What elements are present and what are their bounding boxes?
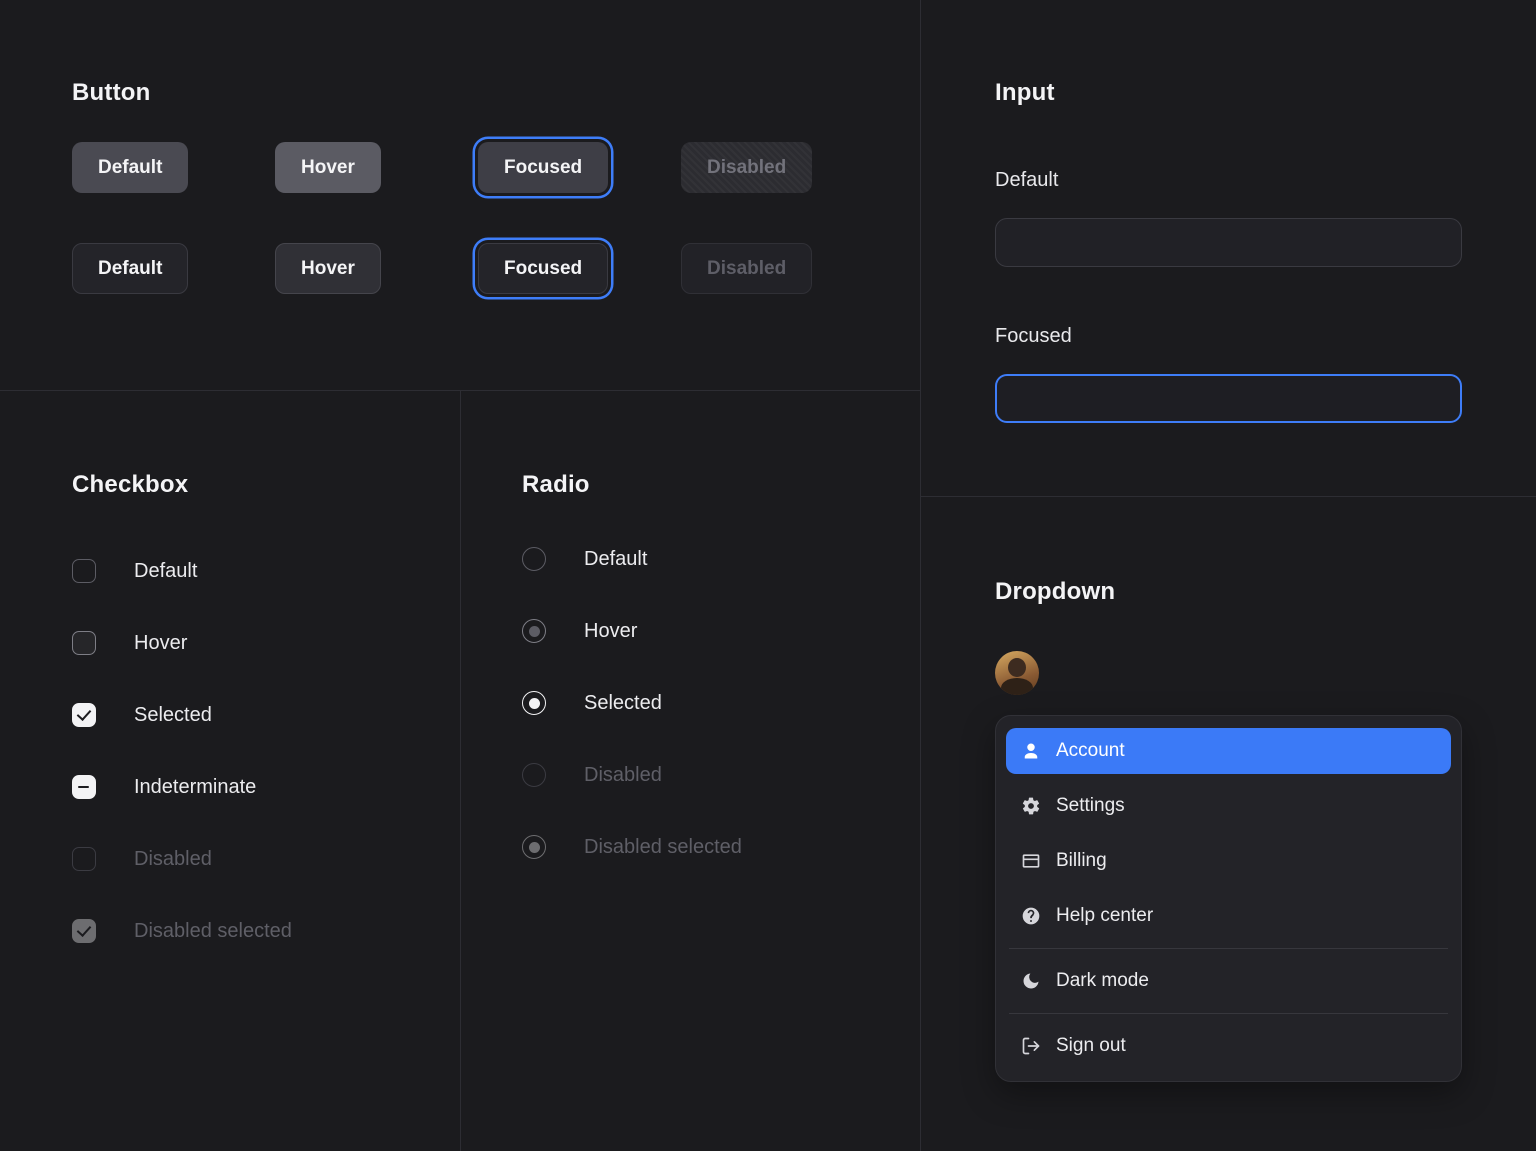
checkbox-label: Selected [134,703,212,727]
button-outline-disabled: Disabled [681,243,812,294]
menu-item-label: Account [1056,740,1125,762]
menu-item-label: Settings [1056,795,1125,817]
button-rows: Default Hover Focused Disabled Default H… [72,142,920,294]
button-filled-hover[interactable]: Hover [275,142,381,193]
user-icon [1021,741,1041,761]
radio-row-selected: Selected [522,691,920,715]
dropdown-section-title: Dropdown [995,577,1536,606]
avatar[interactable] [995,651,1039,695]
radio-section-title: Radio [522,470,920,499]
menu-item-sign-out[interactable]: Sign out [1006,1023,1451,1069]
button-outline-focused[interactable]: Focused [478,243,608,294]
button-filled-default[interactable]: Default [72,142,188,193]
checkbox-label: Hover [134,631,187,655]
checkbox-section: Checkbox Default Hover Selected Indeterm… [0,391,461,1151]
button-section-title: Button [72,78,920,107]
checkbox-row-disabled-selected: Disabled selected [72,919,460,943]
menu-item-label: Billing [1056,850,1107,872]
dropdown-section: Dropdown Account Settings Billing [921,497,1536,1151]
radio-disabled-selected [522,835,546,859]
menu-item-settings[interactable]: Settings [1006,783,1451,829]
checkbox-row-selected: Selected [72,703,460,727]
checkbox-hover[interactable] [72,631,96,655]
help-circle-icon [1021,906,1041,926]
checkbox-disabled-selected [72,919,96,943]
checkbox-row-default: Default [72,559,460,583]
menu-item-dark-mode[interactable]: Dark mode [1006,958,1451,1004]
input-section: Input Default Focused [921,0,1536,497]
radio-label: Hover [584,619,637,643]
checkbox-indeterminate[interactable] [72,775,96,799]
radio-label: Disabled selected [584,835,742,859]
input-default-label: Default [995,168,1536,192]
radio-row-hover: Hover [522,619,920,643]
sign-out-icon [1021,1036,1041,1056]
text-input-default[interactable] [995,218,1462,267]
button-row-outline: Default Hover Focused Disabled [72,243,920,294]
menu-divider [1009,948,1448,949]
button-filled-focused[interactable]: Focused [478,142,608,193]
radio-label: Default [584,547,647,571]
menu-item-label: Dark mode [1056,970,1149,992]
checkbox-label: Default [134,559,197,583]
button-outline-hover[interactable]: Hover [275,243,381,294]
menu-item-billing[interactable]: Billing [1006,838,1451,884]
checkbox-row-disabled: Disabled [72,847,460,871]
menu-item-label: Help center [1056,905,1153,927]
checkbox-row-indeterminate: Indeterminate [72,775,460,799]
checkbox-label: Disabled selected [134,919,292,943]
menu-item-label: Sign out [1056,1035,1126,1057]
radio-hover[interactable] [522,619,546,643]
checkbox-default[interactable] [72,559,96,583]
radio-default[interactable] [522,547,546,571]
dropdown-menu: Account Settings Billing Help center [995,715,1462,1082]
menu-divider [1009,1013,1448,1014]
checkbox-list: Default Hover Selected Indeterminate Dis… [72,559,460,943]
checkbox-label: Indeterminate [134,775,256,799]
button-outline-default[interactable]: Default [72,243,188,294]
menu-item-help-center[interactable]: Help center [1006,893,1451,939]
radio-label: Disabled [584,763,662,787]
checkbox-disabled [72,847,96,871]
radio-disabled [522,763,546,787]
component-gallery: Button Default Hover Focused Disabled De… [0,0,1536,1151]
text-input-focused[interactable] [995,374,1462,423]
radio-row-default: Default [522,547,920,571]
checkbox-section-title: Checkbox [72,470,460,499]
button-row-filled: Default Hover Focused Disabled [72,142,920,193]
radio-selected[interactable] [522,691,546,715]
credit-card-icon [1021,851,1041,871]
radio-list: Default Hover Selected Disabled Disabled… [522,547,920,859]
radio-section: Radio Default Hover Selected Disabled Di… [461,391,921,1151]
button-section: Button Default Hover Focused Disabled De… [0,0,921,391]
radio-label: Selected [584,691,662,715]
checkbox-row-hover: Hover [72,631,460,655]
checkbox-selected[interactable] [72,703,96,727]
menu-item-account[interactable]: Account [1006,728,1451,774]
input-section-title: Input [995,78,1536,107]
moon-icon [1021,971,1041,991]
button-filled-disabled: Disabled [681,142,812,193]
input-focused-label: Focused [995,324,1536,348]
checkbox-label: Disabled [134,847,212,871]
radio-row-disabled-selected: Disabled selected [522,835,920,859]
radio-row-disabled: Disabled [522,763,920,787]
gear-icon [1021,796,1041,816]
